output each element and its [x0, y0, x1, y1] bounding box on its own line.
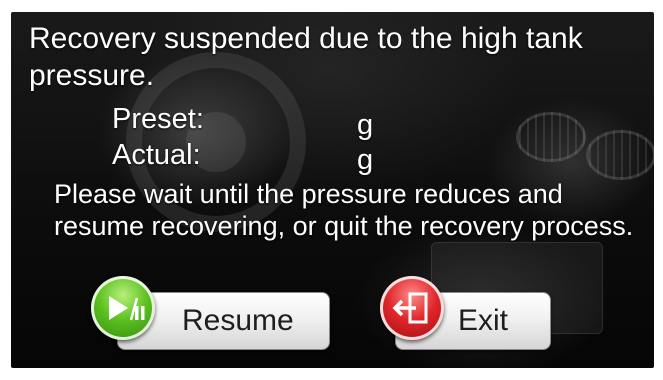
actual-unit: g: [357, 144, 374, 176]
suspended-message: Recovery suspended due to the high tank …: [29, 22, 583, 92]
background-air-vent: [586, 130, 654, 180]
background-air-vent: [516, 112, 586, 162]
actual-label: Actual:: [112, 139, 201, 171]
play-pause-icon[interactable]: [91, 276, 155, 340]
exit-button-label: Exit: [458, 304, 509, 337]
instruction-text: Please wait until the pressure reduces a…: [54, 179, 634, 241]
preset-unit: g: [357, 109, 374, 141]
exit-door-icon[interactable]: [380, 276, 444, 340]
device-frame: Recovery suspended due to the high tank …: [0, 0, 663, 380]
resume-button-label: Resume: [182, 304, 294, 337]
preset-label: Preset:: [112, 103, 204, 135]
